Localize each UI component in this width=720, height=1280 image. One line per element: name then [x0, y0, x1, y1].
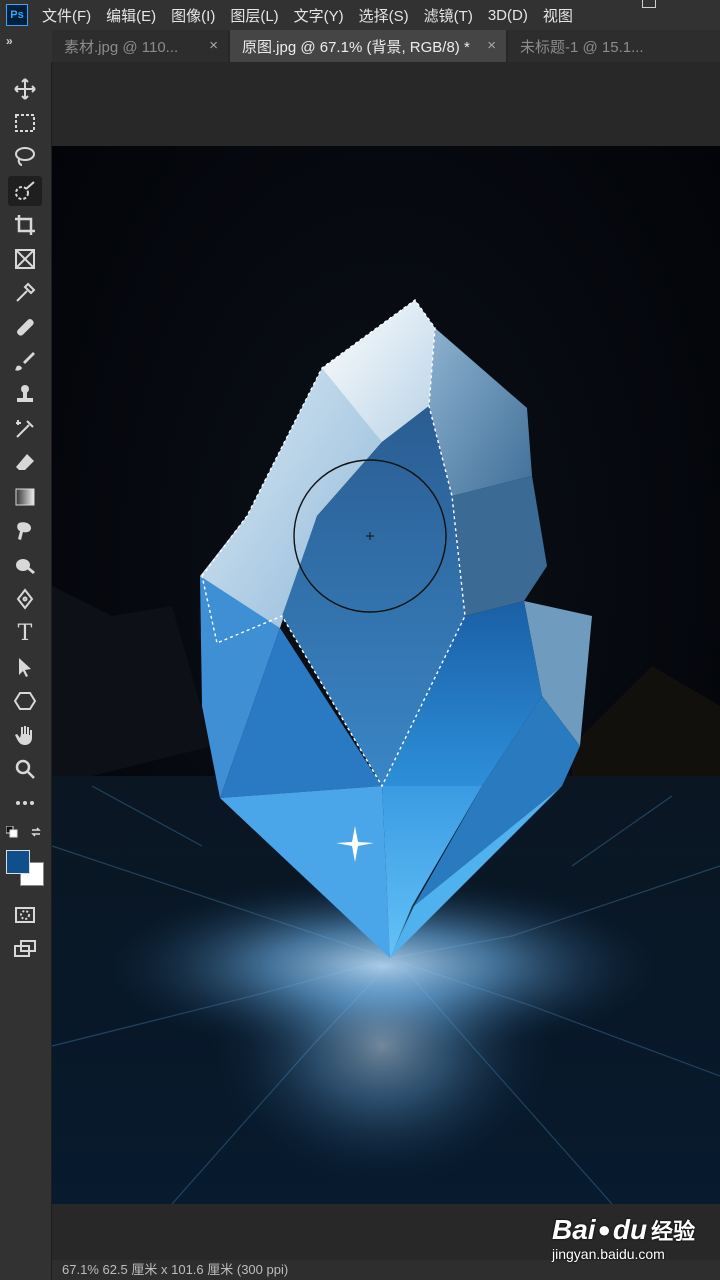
tab-label: 素材.jpg @ 110... — [64, 38, 179, 56]
rectangle-marquee-icon — [15, 114, 35, 132]
quick-selection-tool[interactable] — [8, 176, 42, 206]
type-icon: T — [17, 620, 33, 646]
tab-label: 原图.jpg @ 67.1% (背景, RGB/8) * — [242, 38, 470, 56]
status-text: 67.1% 62.5 厘米 x 101.6 厘米 (300 ppi) — [62, 1262, 289, 1277]
baidu-jingyan-watermark: Bai ● du 经验 — [552, 1214, 695, 1246]
clone-stamp-tool[interactable] — [8, 380, 42, 410]
watermark-brand: Bai — [552, 1214, 596, 1245]
gradient-icon — [15, 488, 35, 506]
quick-mask-tool[interactable] — [8, 900, 42, 930]
crystal-artwork — [52, 146, 720, 1204]
dodge-icon — [16, 559, 35, 574]
eyedropper-icon — [16, 282, 36, 302]
close-icon[interactable]: × — [487, 37, 496, 54]
move-icon — [14, 78, 36, 100]
type-tool[interactable]: T — [8, 618, 42, 648]
close-icon[interactable]: × — [209, 37, 218, 54]
gradient-tool[interactable] — [8, 482, 42, 512]
healing-brush-tool[interactable] — [8, 312, 42, 342]
smudge-tool[interactable] — [8, 516, 42, 546]
brush-tool[interactable] — [8, 346, 42, 376]
menu-bar: Ps 文件(F) 编辑(E) 图像(I) 图层(L) 文字(Y) 选择(S) 滤… — [0, 0, 720, 30]
menu-type[interactable]: 文字(Y) — [294, 5, 344, 26]
image-canvas[interactable] — [52, 146, 720, 1204]
move-tool[interactable] — [8, 74, 42, 104]
quick-selection-icon — [15, 181, 35, 200]
history-brush-tool[interactable] — [8, 414, 42, 444]
restore-window-icon[interactable] — [642, 0, 656, 8]
brush-icon — [15, 352, 35, 371]
menu-file[interactable]: 文件(F) — [42, 5, 91, 26]
menu-image[interactable]: 图像(I) — [171, 5, 215, 26]
path-selection-tool[interactable] — [8, 652, 42, 682]
double-chevron-icon[interactable]: » — [6, 34, 13, 48]
smudge-icon — [17, 522, 31, 540]
lasso-tool[interactable] — [8, 142, 42, 172]
zoom-tool[interactable] — [8, 754, 42, 784]
lasso-icon — [15, 147, 35, 166]
menu-edit[interactable]: 编辑(E) — [106, 5, 156, 26]
frame-tool[interactable] — [8, 244, 42, 274]
tab-label: 未标题-1 @ 15.1... — [520, 38, 644, 56]
menu-3d[interactable]: 3D(D) — [488, 7, 528, 24]
pen-tool[interactable] — [8, 584, 42, 614]
hexagon-icon — [13, 692, 37, 710]
paw-icon: ● — [597, 1217, 611, 1242]
menu-select[interactable]: 选择(S) — [359, 5, 409, 26]
photoshop-logo[interactable]: Ps — [6, 4, 28, 26]
eraser-icon — [16, 454, 34, 470]
watermark-brand-suffix: du — [612, 1214, 648, 1245]
eyedropper-tool[interactable] — [8, 278, 42, 308]
arrow-pointer-icon — [19, 658, 31, 677]
ellipsis-icon — [16, 801, 34, 805]
eraser-tool[interactable] — [8, 448, 42, 478]
menu-filter[interactable]: 滤镜(T) — [424, 5, 473, 26]
marquee-tool[interactable] — [8, 108, 42, 138]
tab-untitled[interactable]: 未标题-1 @ 15.1... — [508, 30, 720, 62]
watermark-url: jingyan.baidu.com — [552, 1246, 665, 1262]
menu-view[interactable]: 视图 — [543, 5, 573, 26]
hand-tool[interactable] — [8, 720, 42, 750]
shape-tool[interactable] — [8, 686, 42, 716]
hand-icon — [15, 726, 32, 745]
color-swatches — [4, 826, 48, 886]
quick-mask-icon — [15, 907, 35, 923]
tab-sucai[interactable]: 素材.jpg @ 110... × — [52, 30, 228, 62]
tab-yuantu[interactable]: 原图.jpg @ 67.1% (背景, RGB/8) * × — [230, 30, 506, 62]
menu-layer[interactable]: 图层(L) — [230, 5, 278, 26]
panel-collapse[interactable]: » — [0, 30, 52, 62]
more-tools[interactable] — [8, 788, 42, 818]
swap-colors-icon[interactable] — [30, 826, 42, 838]
crop-icon — [15, 215, 35, 235]
default-colors-icon[interactable] — [6, 826, 18, 838]
history-brush-icon — [16, 420, 34, 438]
foreground-color-swatch[interactable] — [6, 850, 30, 874]
status-bar: 67.1% 62.5 厘米 x 101.6 厘米 (300 ppi) — [52, 1260, 720, 1280]
stamp-icon — [17, 385, 33, 402]
frame-icon — [15, 249, 35, 269]
pen-icon — [16, 588, 34, 610]
bandage-icon — [17, 319, 34, 336]
screen-mode-tool[interactable] — [8, 934, 42, 964]
tools-panel: T — [0, 62, 52, 1280]
crop-tool[interactable] — [8, 210, 42, 240]
watermark-cn: 经验 — [651, 1219, 696, 1244]
screen-mode-icon — [14, 940, 36, 957]
document-tab-bar: 素材.jpg @ 110... × 原图.jpg @ 67.1% (背景, RG… — [52, 30, 720, 62]
dodge-tool[interactable] — [8, 550, 42, 580]
magnifier-icon — [15, 759, 35, 779]
